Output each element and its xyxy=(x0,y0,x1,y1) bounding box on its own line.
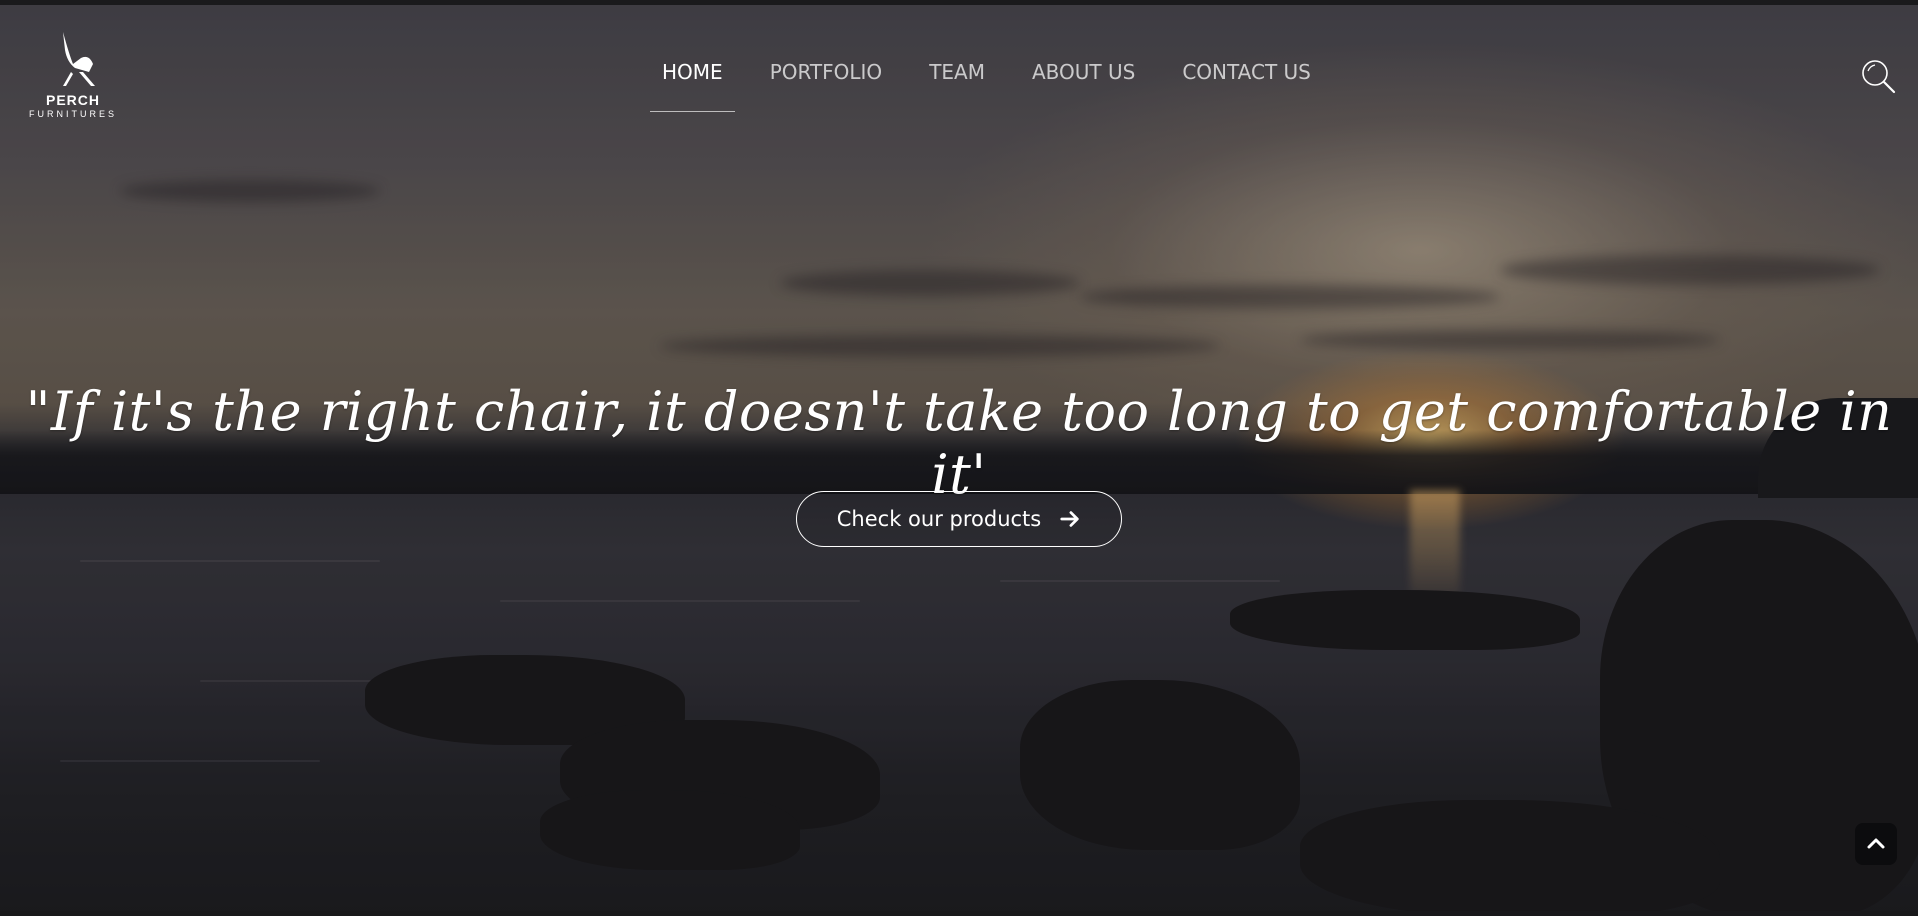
bottom-border xyxy=(0,911,1918,916)
chair-icon xyxy=(63,32,95,86)
nav-item-team[interactable]: TEAM xyxy=(917,56,997,112)
brand-logo[interactable]: PERCH FURNITURES xyxy=(26,28,120,124)
brand-name: PERCH xyxy=(45,92,100,108)
landing-page: PERCH FURNITURES HOME PORTFOLIO TEAM ABO… xyxy=(0,0,1918,916)
hero-quote: "If it's the right chair, it doesn't tak… xyxy=(25,380,1893,506)
arrow-right-icon xyxy=(1060,511,1079,527)
search-icon xyxy=(1862,60,1896,94)
nav-item-about-us[interactable]: ABOUT US xyxy=(1020,56,1147,112)
nav-item-portfolio[interactable]: PORTFOLIO xyxy=(758,56,895,112)
chevron-up-icon xyxy=(1867,838,1885,849)
nav-item-contact-us[interactable]: CONTACT US xyxy=(1170,56,1323,112)
top-border xyxy=(0,0,1918,5)
scroll-to-top-button[interactable] xyxy=(1855,823,1897,865)
brand-subtitle: FURNITURES xyxy=(29,109,117,119)
nav-item-home[interactable]: HOME xyxy=(650,56,735,112)
search-button[interactable] xyxy=(1858,56,1898,96)
main-nav: HOME PORTFOLIO TEAM ABOUT US CONTACT US xyxy=(650,56,1346,112)
check-products-label: Check our products xyxy=(836,507,1042,531)
check-products-button[interactable]: Check our products xyxy=(796,491,1122,547)
